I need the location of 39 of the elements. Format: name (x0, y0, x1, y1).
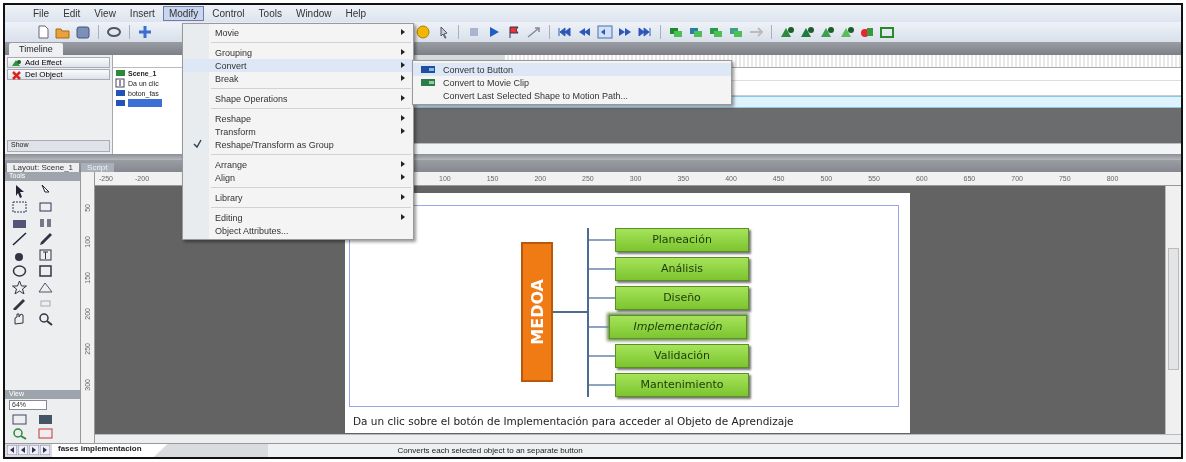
phase-button[interactable]: Implementación (609, 314, 747, 339)
menu-item[interactable]: Convert (183, 59, 413, 72)
toolbar-button[interactable]: Add Effect (7, 57, 110, 68)
menu-item[interactable]: Convert Last Selected Shape to Motion Path... (413, 89, 731, 102)
menu-item[interactable]: Align (183, 171, 413, 184)
menu-item[interactable]: Window (289, 6, 338, 21)
menu-item[interactable]: Object Attributes... (183, 224, 413, 237)
menu-item[interactable]: Tools (252, 6, 288, 21)
menu-item[interactable]: Convert to Button (413, 63, 731, 76)
phase-button[interactable]: Validación (615, 343, 749, 368)
menu-item[interactable]: Transform (183, 125, 413, 138)
phase-button[interactable]: Análisis (615, 256, 749, 281)
menu-item[interactable]: Movie (183, 26, 413, 39)
title-block: MEDOA (521, 242, 553, 382)
panel-tab[interactable]: Timeline (9, 43, 63, 55)
menu-item[interactable]: Modify (162, 6, 205, 21)
menu-item[interactable]: Reshape (183, 112, 413, 125)
menu-item[interactable]: Library (183, 191, 413, 204)
status-text: Converts each selected object to an separate button (397, 446, 583, 455)
menu-item[interactable]: Help (339, 6, 373, 21)
menu-item[interactable]: Insert (123, 6, 161, 21)
toolbar-button[interactable]: Del Object (7, 69, 110, 80)
menu-item[interactable]: Editing (183, 211, 413, 224)
phase-button[interactable]: Diseño (615, 285, 749, 310)
phase-button[interactable]: Mantenimiento (615, 372, 749, 397)
menu-item[interactable]: Break (183, 72, 413, 85)
menu-item[interactable]: View (88, 6, 122, 21)
menu-item[interactable]: Grouping (183, 46, 413, 59)
menu-item[interactable]: File (27, 6, 56, 21)
menu-item[interactable]: Shape Operations (183, 92, 413, 105)
instruction-text: Da un clic sobre el botón de Implementación para acceder al Objeto de Aprendizaje (352, 415, 795, 429)
menu-item[interactable]: Control (206, 6, 251, 21)
panel-tab[interactable]: Layout: Scene_1 (7, 163, 80, 172)
menu-item[interactable]: Arrange (183, 158, 413, 171)
menu-item[interactable]: Reshape/Transform as Group (183, 138, 413, 151)
menu-item[interactable]: Edit (57, 6, 87, 21)
menu-item[interactable]: Convert to Movie Clip (413, 76, 731, 89)
phase-button[interactable]: Planeación (615, 227, 749, 252)
scene-tab[interactable]: fases implementacion (52, 444, 168, 457)
